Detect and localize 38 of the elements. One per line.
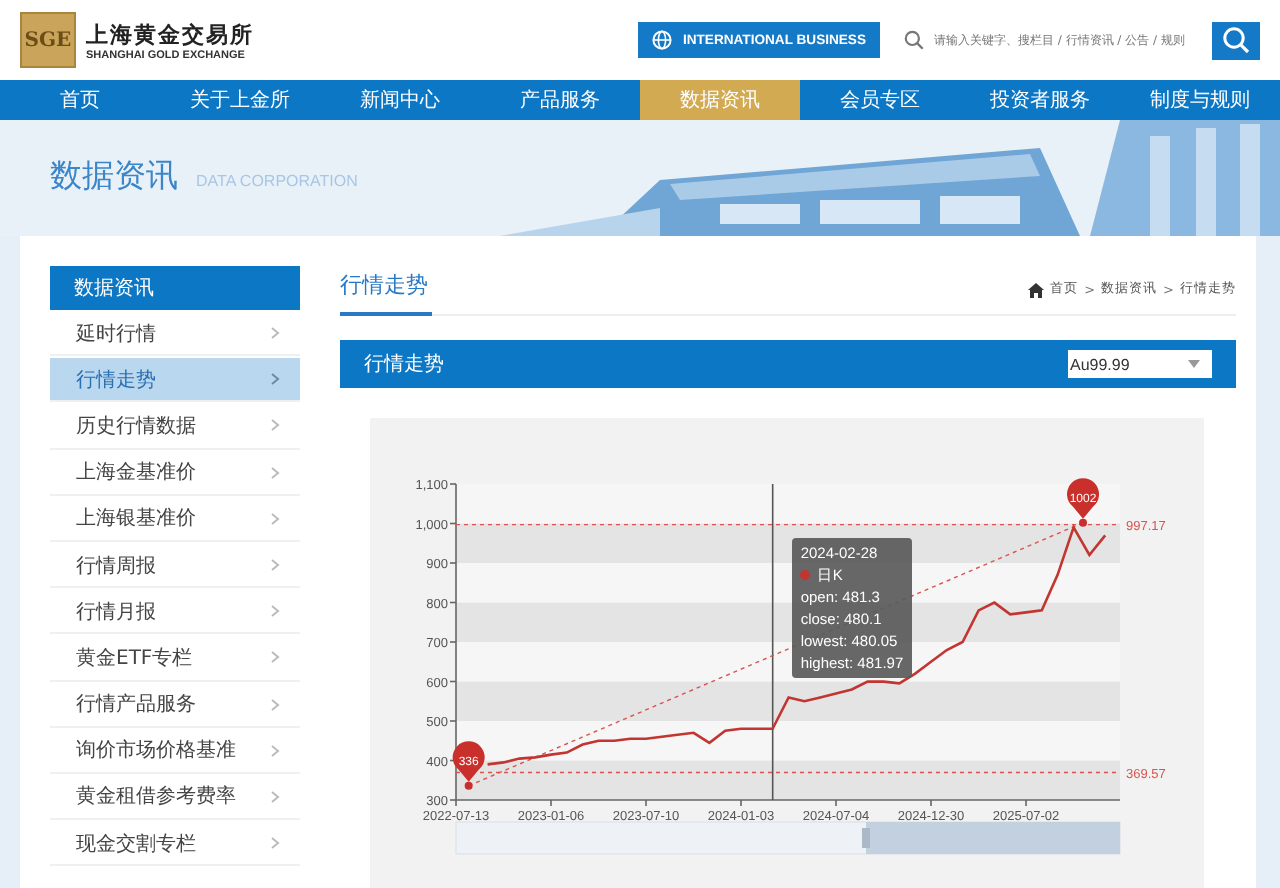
sidebar-title: 数据资讯 — [50, 266, 300, 310]
logo-name: 上海黄金交易所 — [86, 19, 254, 49]
chevron-icon — [270, 697, 280, 712]
chevron-icon — [270, 743, 280, 758]
chevron-icon — [270, 326, 280, 341]
dropdown-icon — [1188, 360, 1200, 369]
pin-marker — [1067, 478, 1100, 527]
page-title: 行情走势 — [340, 270, 432, 317]
chevron-icon — [270, 465, 280, 480]
nav-item[interactable]: 会员专区 — [800, 80, 960, 120]
globe-icon — [652, 30, 673, 50]
instrument-select[interactable]: Au99.99 — [1068, 350, 1212, 379]
banner-title: 数据资讯 — [50, 156, 178, 198]
sidebar-item[interactable]: 行情走势 — [50, 358, 300, 403]
nav-item[interactable]: 产品服务 — [480, 80, 640, 120]
chevron-icon — [270, 558, 280, 573]
chevron-icon — [270, 650, 280, 665]
logo-mark: SGE — [20, 12, 76, 68]
chevron-icon — [270, 836, 280, 851]
chevron-icon — [270, 511, 280, 526]
nav-item[interactable]: 新闻中心 — [320, 80, 480, 120]
nav-item[interactable]: 关于上金所 — [160, 80, 320, 120]
search-button[interactable] — [1212, 21, 1260, 59]
chevron-icon — [270, 789, 280, 804]
zoom-handle — [862, 828, 870, 848]
search-icon — [1222, 26, 1250, 54]
chevron-icon — [270, 372, 280, 387]
nav-item[interactable]: 投资者服务 — [960, 80, 1120, 120]
series-swatch — [800, 570, 811, 580]
nav-item[interactable]: 首页 — [0, 80, 160, 120]
chevron-icon — [270, 604, 280, 619]
nav-item[interactable]: 制度与规则 — [1120, 80, 1280, 120]
chevron-icon — [270, 418, 280, 433]
home-icon — [1028, 281, 1045, 298]
panel-title: 行情走势 — [364, 351, 444, 379]
banner-subtitle: DATA CORPORATION — [196, 172, 358, 190]
search-icon — [904, 30, 924, 50]
pin-marker — [452, 741, 485, 790]
